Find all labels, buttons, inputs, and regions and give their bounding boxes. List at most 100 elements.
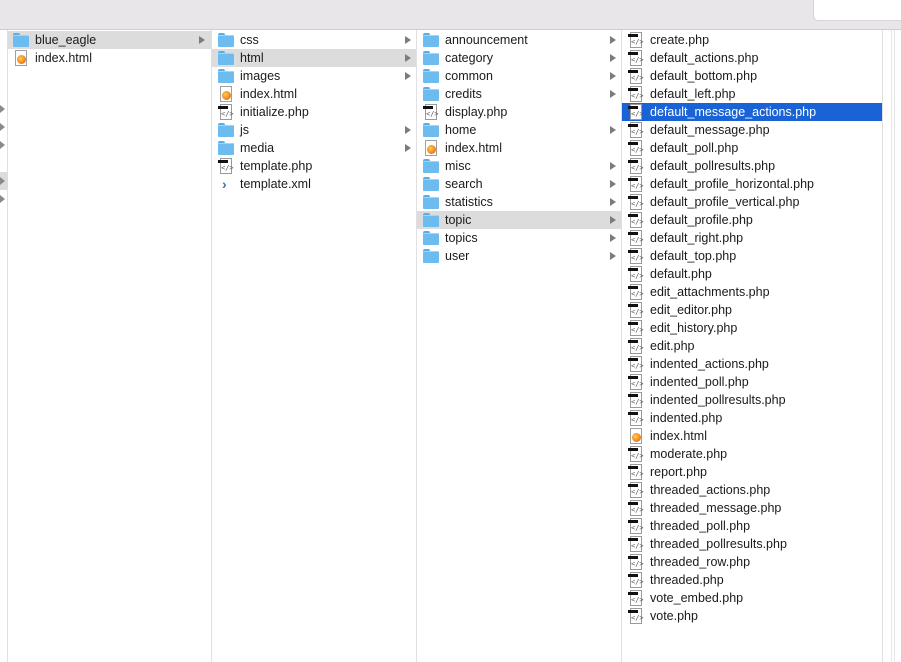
file-row[interactable]: index.html [622, 427, 882, 445]
item-name: initialize.php [240, 105, 309, 119]
file-row[interactable]: </> vote.php [622, 607, 882, 625]
file-row[interactable]: </> default_left.php [622, 85, 882, 103]
file-row[interactable]: </> edit.php [622, 337, 882, 355]
file-row[interactable]: index.html [8, 49, 211, 67]
item-name: indented.php [650, 411, 723, 425]
file-row[interactable]: </> default_profile.php [622, 211, 882, 229]
folder-row[interactable]: home [417, 121, 621, 139]
file-row[interactable]: </> display.php [417, 103, 621, 121]
item-name: threaded_poll.php [650, 519, 751, 533]
folder-row[interactable]: topics [417, 229, 621, 247]
folder-row[interactable]: credits [417, 85, 621, 103]
item-name: report.php [650, 465, 707, 479]
stub-row[interactable] [0, 100, 8, 118]
file-row[interactable]: </> default_poll.php [622, 139, 882, 157]
folder-row[interactable]: category [417, 49, 621, 67]
php-file-icon: </> [628, 176, 644, 192]
file-row[interactable]: </> default_pollresults.php [622, 157, 882, 175]
folder-row[interactable]: common [417, 67, 621, 85]
item-name: default_pollresults.php [650, 159, 776, 173]
file-row[interactable]: </> default.php [622, 265, 882, 283]
file-row[interactable]: </> threaded_poll.php [622, 517, 882, 535]
folder-icon [423, 68, 439, 84]
file-row[interactable]: </> report.php [622, 463, 882, 481]
php-file-icon: </> [628, 590, 644, 606]
item-name: js [240, 123, 250, 137]
folder-row[interactable]: search [417, 175, 621, 193]
stub-row[interactable] [0, 118, 8, 136]
php-file-icon: </> [628, 464, 644, 480]
folder-row[interactable]: js [212, 121, 416, 139]
file-row[interactable]: </> default_top.php [622, 247, 882, 265]
folder-icon [423, 176, 439, 192]
folder-row[interactable]: html [212, 49, 416, 67]
php-file-icon: </> [628, 608, 644, 624]
item-name: edit_editor.php [650, 303, 733, 317]
file-row[interactable]: </> template.php [212, 157, 416, 175]
item-name: default_actions.php [650, 51, 759, 65]
php-file-icon: </> [628, 536, 644, 552]
stub-row[interactable] [0, 190, 8, 208]
folder-row[interactable]: topic [417, 211, 621, 229]
file-row[interactable]: </> threaded_actions.php [622, 481, 882, 499]
item-name: default_bottom.php [650, 69, 758, 83]
disclosure-arrow-icon [610, 216, 616, 224]
file-row[interactable]: </> indented.php [622, 409, 882, 427]
folder-row[interactable]: blue_eagle [8, 31, 211, 49]
file-row[interactable]: </> threaded_pollresults.php [622, 535, 882, 553]
php-file-icon: </> [423, 104, 439, 120]
html-file-icon [13, 50, 29, 66]
disclosure-arrow-icon [610, 234, 616, 242]
file-row[interactable]: </> indented_actions.php [622, 355, 882, 373]
file-row[interactable]: </> indented_poll.php [622, 373, 882, 391]
disclosure-arrow-icon [405, 72, 411, 80]
item-name: html [240, 51, 264, 65]
item-name: threaded_message.php [650, 501, 782, 515]
file-row[interactable]: </> create.php [622, 31, 882, 49]
item-name: default_profile.php [650, 213, 753, 227]
folder-row[interactable]: media [212, 139, 416, 157]
folder-icon [423, 122, 439, 138]
folder-row[interactable]: misc [417, 157, 621, 175]
file-row[interactable]: </> default_bottom.php [622, 67, 882, 85]
disclosure-arrow-icon [405, 144, 411, 152]
file-row[interactable]: </> threaded.php [622, 571, 882, 589]
folder-row[interactable]: images [212, 67, 416, 85]
folder-icon [423, 50, 439, 66]
file-row[interactable]: index.html [417, 139, 621, 157]
column-parent-stub [0, 30, 8, 662]
item-name: vote.php [650, 609, 698, 623]
file-row[interactable]: </> default_profile_vertical.php [622, 193, 882, 211]
file-row[interactable]: </> moderate.php [622, 445, 882, 463]
file-row[interactable]: </> edit_history.php [622, 319, 882, 337]
folder-icon [423, 230, 439, 246]
file-row[interactable]: </> default_right.php [622, 229, 882, 247]
folder-row[interactable]: user [417, 247, 621, 265]
file-row[interactable]: </> edit_editor.php [622, 301, 882, 319]
stub-row-path[interactable] [0, 172, 8, 190]
folder-row[interactable]: css [212, 31, 416, 49]
folder-row[interactable]: announcement [417, 31, 621, 49]
file-row[interactable]: </> threaded_message.php [622, 499, 882, 517]
file-row[interactable]: </> vote_embed.php [622, 589, 882, 607]
item-name: images [240, 69, 281, 83]
file-row[interactable]: </> default_profile_horizontal.php [622, 175, 882, 193]
item-name: template.php [240, 159, 313, 173]
disclosure-arrow-icon [610, 180, 616, 188]
file-row[interactable]: </> default_message_actions.php [622, 103, 882, 121]
php-file-icon: </> [628, 158, 644, 174]
file-row[interactable]: </> initialize.php [212, 103, 416, 121]
file-row[interactable]: </> indented_pollresults.php [622, 391, 882, 409]
file-row[interactable]: </> default_actions.php [622, 49, 882, 67]
toolbar-search-field[interactable] [813, 0, 901, 21]
item-name: user [445, 249, 470, 263]
item-name: indented_actions.php [650, 357, 769, 371]
file-row[interactable]: </> edit_attachments.php [622, 283, 882, 301]
file-row[interactable]: index.html [212, 85, 416, 103]
file-row[interactable]: </> threaded_row.php [622, 553, 882, 571]
file-row[interactable]: </> default_message.php [622, 121, 882, 139]
php-file-icon: </> [628, 104, 644, 120]
folder-row[interactable]: statistics [417, 193, 621, 211]
file-row[interactable]: › template.xml [212, 175, 416, 193]
stub-row[interactable] [0, 136, 8, 154]
